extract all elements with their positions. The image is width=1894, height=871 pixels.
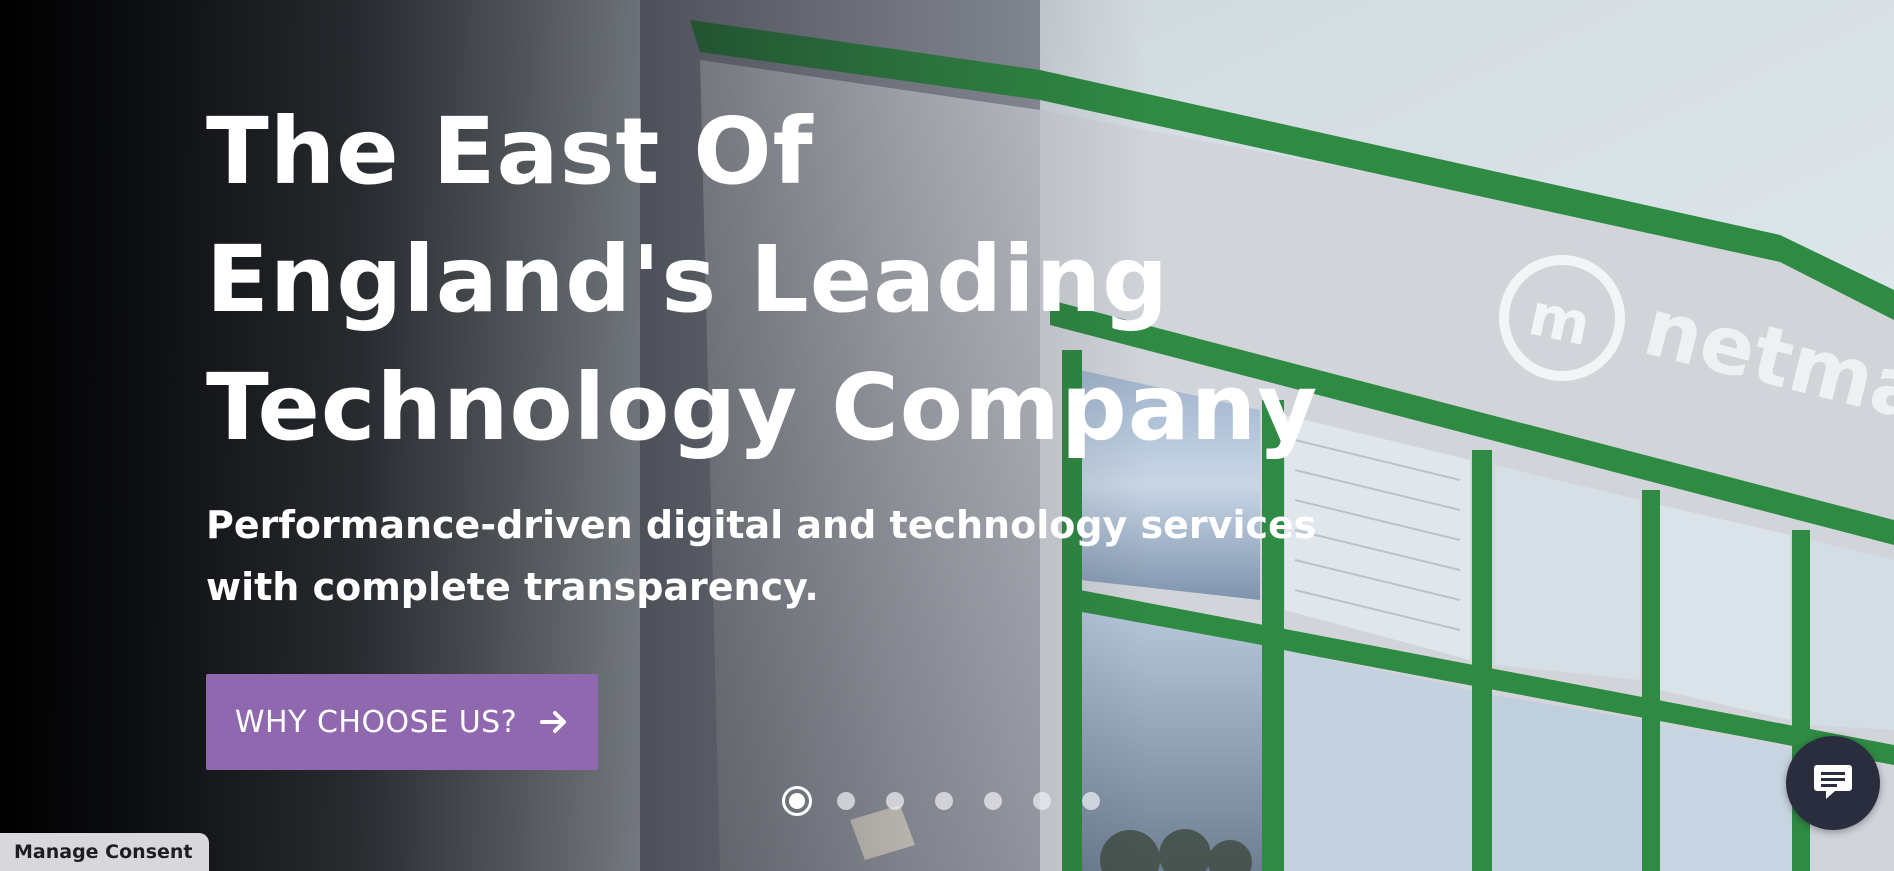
carousel-dot-3[interactable] <box>886 792 904 810</box>
carousel-dot-1[interactable] <box>782 786 812 816</box>
hero-title: The East Of England's Leading Technology… <box>206 98 1319 461</box>
arrow-right-icon <box>539 707 569 737</box>
carousel-pagination <box>782 786 1131 816</box>
carousel-dot-7[interactable] <box>1082 792 1100 810</box>
carousel-dot-5[interactable] <box>984 792 1002 810</box>
chat-widget-button[interactable] <box>1786 736 1880 830</box>
hero-content: The East Of England's Leading Technology… <box>206 88 1406 618</box>
manage-consent-button[interactable]: Manage Consent <box>0 833 209 871</box>
carousel-dot-6[interactable] <box>1033 792 1051 810</box>
hero-subtitle: Performance-driven digital and technolog… <box>206 503 1317 609</box>
why-choose-us-label: WHY CHOOSE US? <box>234 704 518 740</box>
carousel-dot-4[interactable] <box>935 792 953 810</box>
carousel-dot-2[interactable] <box>837 792 855 810</box>
hero-section: m netmat The East Of England's Leading T… <box>0 0 1894 871</box>
why-choose-us-button[interactable]: WHY CHOOSE US? <box>206 674 598 770</box>
chat-bubble-icon <box>1811 759 1855 807</box>
